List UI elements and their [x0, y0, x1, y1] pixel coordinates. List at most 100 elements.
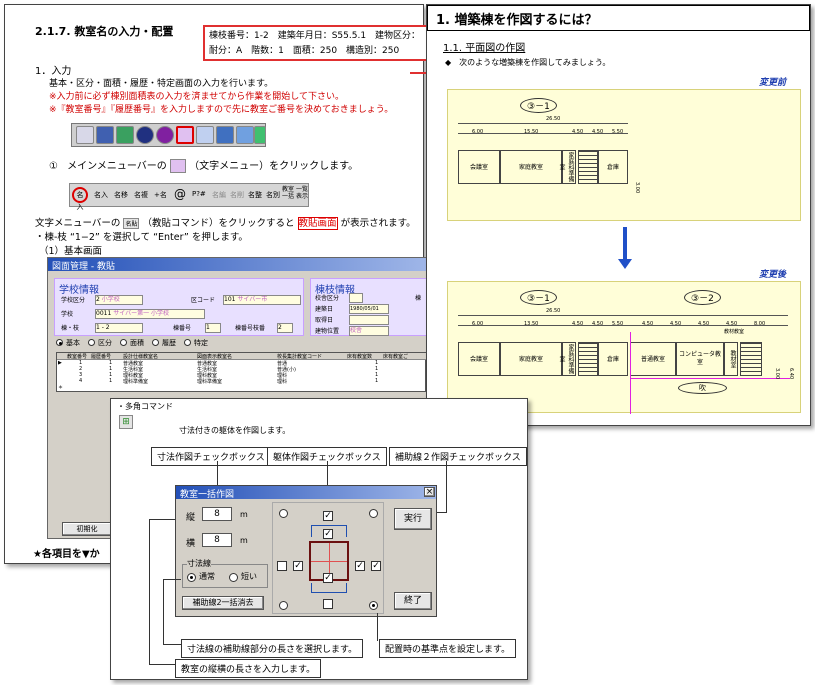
clear-aux-button[interactable]: 補助線2一括消去: [182, 596, 264, 610]
yoko-input[interactable]: 8: [202, 533, 232, 547]
right-title-box: 1. 増築棟を作図するには？: [427, 5, 810, 31]
text-menu-item-2[interactable]: 名移: [114, 190, 128, 200]
close-icon[interactable]: ×: [424, 487, 435, 497]
school-field[interactable]: 0011 サイバー第一 小学校: [95, 309, 205, 319]
select-instruction: ・棟-枝 “1−2” を選択して “Enter” を押します。: [35, 232, 248, 243]
right-title: 1. 増築棟を作図するには？: [436, 13, 598, 28]
body-check-bottom[interactable]: ✓: [323, 573, 333, 583]
base-point-tl[interactable]: [279, 509, 288, 518]
table-row[interactable]: 4 1 理科準備室 理科準備室 理科 1: [57, 378, 426, 385]
plane-icon[interactable]: [236, 126, 254, 144]
init-button[interactable]: 初期化: [62, 522, 112, 536]
body-check-left[interactable]: ✓: [293, 561, 303, 571]
map-icon[interactable]: [254, 126, 266, 144]
bldg-pos-field[interactable]: 校舎: [349, 326, 389, 336]
plan-after-room-7: 教材教室: [724, 329, 745, 335]
print-icon[interactable]: [76, 126, 94, 144]
plan-after: ③－1 ③－2 26.50 6.00 13.50 4.50 4.50 5.50 …: [447, 281, 801, 414]
dim-check-right[interactable]: ✓: [371, 561, 381, 571]
right-label: 棟: [415, 295, 422, 302]
puzzle-icon[interactable]: [116, 126, 134, 144]
dim-check-bottom[interactable]: [323, 599, 333, 609]
step-1-number: ①: [49, 161, 58, 172]
tab-radio-kubun[interactable]: [88, 339, 95, 346]
text-menu-item-11[interactable]: 教室一括: [282, 186, 294, 200]
connector-base: [377, 613, 378, 641]
text-menu-toolbar: 名入 名入 名移 名複 +名 @ P?# 名編 名削 名整 名別 教室一括 一覧…: [69, 183, 309, 211]
ku-code-field[interactable]: 101 サイバー市: [223, 295, 301, 305]
school-kubun-field[interactable]: 2 小学校: [95, 295, 143, 305]
acq-date-field[interactable]: [349, 315, 389, 325]
yoko-label: 横: [186, 539, 196, 549]
plan-after-magenta-line: [630, 332, 631, 414]
save-icon[interactable]: [96, 126, 114, 144]
tab-area[interactable]: 面積: [130, 338, 144, 348]
text-menu-item-3[interactable]: 名複: [134, 190, 148, 200]
plan-after-room-0: 会議室: [458, 342, 500, 376]
tate-input[interactable]: 8: [202, 507, 232, 521]
after-label: 変更後: [759, 270, 787, 280]
text-menu-item-4[interactable]: +名: [154, 190, 167, 200]
tab-radio-area[interactable]: [120, 339, 127, 346]
opt-normal-label[interactable]: 通常: [199, 571, 215, 582]
plan-before-dim-3: 4.50: [592, 129, 604, 135]
grid-header: 床有教室ご: [383, 354, 409, 360]
tou-eda-label: 棟・枝: [61, 325, 80, 332]
tab-radio-history[interactable]: [152, 339, 159, 346]
text-menu-item-12[interactable]: 一覧表示: [296, 186, 308, 200]
plan-before-room-1: 家庭教室: [500, 150, 562, 184]
text-menu-icon[interactable]: [176, 126, 194, 144]
tou-eda-field[interactable]: 1 - 2: [95, 323, 143, 333]
dim-check-left[interactable]: [277, 561, 287, 571]
bldg-date-label: 建築日: [315, 306, 334, 313]
text-menu-item-9[interactable]: 名整: [248, 190, 262, 200]
tou-eda-no-field[interactable]: 2: [277, 323, 293, 333]
grid-header: 図面表示教室名: [197, 354, 233, 360]
text-menu-item-10[interactable]: 名別: [266, 190, 280, 200]
body-check-right[interactable]: ✓: [355, 561, 365, 571]
plan-after-side-dim: 3.00: [774, 368, 780, 380]
tou-no-field[interactable]: 1: [205, 323, 221, 333]
basic-screen-heading: （1）基本画面: [39, 246, 103, 257]
text-menu-item-8[interactable]: 名削: [230, 190, 244, 200]
bldg-kubun-field[interactable]: [349, 293, 363, 303]
m-icon[interactable]: [156, 126, 174, 144]
plan-after-bldg2-label: ③－2: [684, 290, 721, 305]
tab-radio-basic[interactable]: [56, 339, 63, 346]
ku-code-value: 101: [224, 296, 236, 303]
text-menu-item-1[interactable]: 名入: [94, 190, 108, 200]
bldg-date-field[interactable]: 1980/05/01: [349, 304, 389, 314]
yoko-unit: m: [240, 536, 248, 545]
base-point-bl[interactable]: [279, 601, 288, 610]
opt-normal-radio[interactable]: [187, 573, 196, 582]
grid-header-row: 教室番号 履歴番号 設計仕様教室名 図面表示教室名 校長集計教室コード 床有教室…: [57, 353, 426, 360]
tab-history[interactable]: 履歴: [162, 338, 176, 348]
school-info-group: 学校情報 学校区分 2 小学校 区コード 101 サイバー市 学校 0011 サ…: [54, 278, 304, 336]
grid-new-row-marker: ＊: [58, 385, 64, 391]
plan-after-dim-2: 4.50: [572, 321, 584, 327]
gear-icon[interactable]: [216, 126, 234, 144]
grid-icon[interactable]: [196, 126, 214, 144]
dialog-titlebar: 教室一括作図 ×: [176, 486, 436, 500]
opt-short-label[interactable]: 短い: [241, 571, 257, 582]
bottom-note: ★各項目を▼か: [33, 549, 100, 560]
tab-special[interactable]: 特定: [194, 338, 208, 348]
base-point-br[interactable]: [369, 601, 378, 610]
dim-check-top[interactable]: ✓: [323, 511, 333, 521]
plan-after-total-dimline: [458, 315, 788, 316]
bldg-kubun-label: 校舎区分: [315, 295, 340, 302]
tab-radio-special[interactable]: [184, 339, 191, 346]
opt-short-radio[interactable]: [229, 573, 238, 582]
text-menu-item-7[interactable]: 名編: [212, 190, 226, 200]
plan-after-dim-0: 6.00: [472, 321, 484, 327]
tab-kubun[interactable]: 区分: [98, 338, 112, 348]
tab-basic[interactable]: 基本: [66, 338, 80, 348]
text-menu-item-6[interactable]: P?#: [192, 190, 206, 198]
text-menu-item-5[interactable]: @: [174, 187, 186, 201]
s-icon[interactable]: [136, 126, 154, 144]
run-button[interactable]: 実行: [394, 508, 432, 530]
school-value: 0011: [96, 310, 112, 317]
end-button[interactable]: 終了: [394, 592, 432, 610]
text-menu-item-0[interactable]: 名入: [72, 187, 88, 211]
base-point-tr[interactable]: [369, 509, 378, 518]
